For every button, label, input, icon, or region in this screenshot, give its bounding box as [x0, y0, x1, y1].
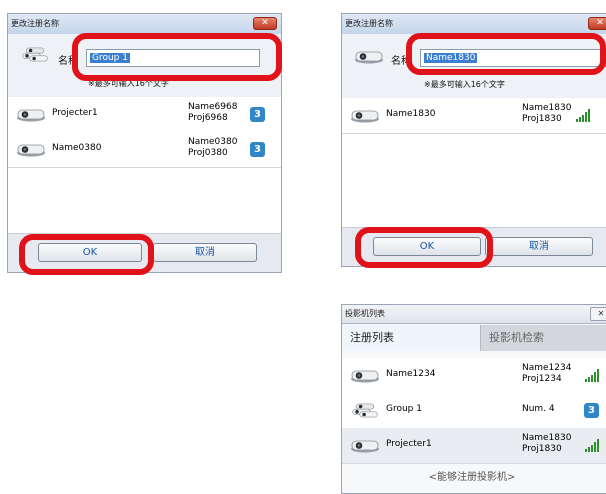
tab-projector-search[interactable]: 投影机检索	[480, 325, 606, 351]
item-name: Name1234	[386, 369, 436, 379]
group-projector-icon	[352, 403, 378, 418]
name-input[interactable]: Group 1	[86, 49, 260, 67]
ok-button[interactable]: OK	[38, 243, 142, 262]
signal-icon	[576, 109, 590, 122]
projector-list-window: 投影机列表 ✕ 注册列表 投影机检索 Name1234 Name1234 Proj…	[341, 304, 606, 494]
button-bar: OK 取消	[342, 227, 606, 266]
count-badge: 3	[584, 403, 599, 418]
rename-dialog-left: 更改注册名称 ✕ 名称 Group 1 ※最多可输入16个文字 Projecte…	[7, 13, 282, 273]
close-icon: ✕	[597, 309, 605, 318]
name-input[interactable]: Name1830	[420, 49, 606, 67]
list-item[interactable]: Name1234 Name1234 Proj1234	[342, 358, 606, 394]
dialog-title: 更改注册名称	[11, 19, 59, 28]
projector-icon	[16, 109, 46, 122]
item-details: Name0380 Proj0380	[188, 137, 238, 158]
register-projector-link[interactable]: <能够注册投影机>	[342, 468, 602, 483]
item-count: Num. 4	[522, 404, 555, 414]
item-name: Name0380	[52, 143, 102, 153]
title-bar: 更改注册名称 ✕	[342, 14, 606, 35]
list-item[interactable]: Name1830 Name1830 Proj1830	[342, 98, 606, 134]
projector-icon	[350, 370, 380, 383]
max-length-hint: ※最多可输入16个文字	[88, 79, 169, 88]
window-title: 投影机列表	[345, 309, 385, 318]
item-details: Name1830 Proj1830	[522, 103, 572, 124]
title-bar: 更改注册名称 ✕	[8, 14, 281, 35]
projector-icon	[354, 51, 384, 64]
item-details: Name6968 Proj6968	[188, 102, 238, 123]
close-button[interactable]: ✕	[590, 307, 606, 321]
list-item[interactable]: Projecter1 Name1830 Proj1830	[342, 428, 606, 464]
count-badge: 3	[250, 107, 265, 122]
item-name: Projecter1	[386, 439, 432, 449]
button-bar: OK 取消	[8, 233, 281, 272]
close-icon: ✕	[261, 18, 269, 28]
cancel-button[interactable]: 取消	[485, 237, 593, 256]
item-name: Group 1	[386, 404, 422, 414]
name-label: 名称	[391, 56, 411, 67]
close-icon: ✕	[596, 18, 604, 28]
signal-icon	[585, 439, 599, 452]
item-details: Name1234 Proj1234	[522, 363, 572, 384]
projector-icon	[16, 144, 46, 157]
max-length-hint: ※最多可输入16个文字	[424, 80, 505, 89]
signal-icon	[585, 369, 599, 382]
list-item[interactable]: Name0380 Name0380 Proj0380 3	[8, 132, 281, 168]
title-bar: 投影机列表 ✕	[342, 305, 606, 324]
cancel-button[interactable]: 取消	[153, 243, 257, 262]
item-name: Projecter1	[52, 108, 98, 118]
tab-registered-list[interactable]: 注册列表	[342, 325, 480, 351]
item-details: Name1830 Proj1830	[522, 433, 572, 454]
projector-icon	[350, 110, 380, 123]
close-button[interactable]: ✕	[253, 17, 277, 30]
item-name: Name1830	[386, 109, 436, 119]
list-item[interactable]: Projecter1 Name6968 Proj6968 3	[8, 97, 281, 133]
list-item[interactable]: Group 1 Num. 4 3	[342, 393, 606, 429]
ok-button[interactable]: OK	[373, 237, 481, 256]
dialog-title: 更改注册名称	[345, 19, 393, 28]
count-badge: 3	[250, 142, 265, 157]
close-button[interactable]: ✕	[588, 17, 606, 30]
name-label: 名称	[58, 56, 78, 67]
group-projector-icon	[22, 47, 48, 62]
projector-icon	[350, 440, 380, 453]
rename-dialog-right: 更改注册名称 ✕ 名称 Name1830 ※最多可输入16个文字 Name183…	[341, 13, 606, 267]
